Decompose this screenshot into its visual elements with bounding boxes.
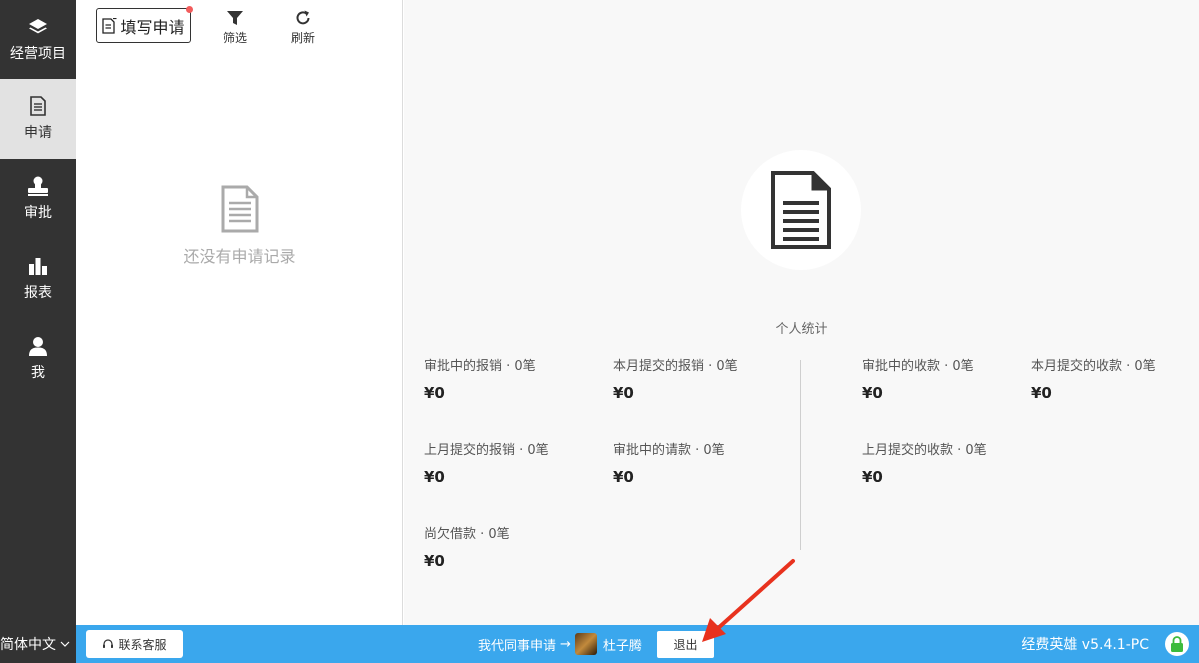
stat-last-month-reimbursement: 上月提交的报销 · 0笔 ¥0 <box>424 439 549 486</box>
stat-label: 上月提交的收款 · 0笔 <box>862 443 987 458</box>
empty-document-icon <box>221 185 258 233</box>
language-selector[interactable]: 简体中文 <box>0 625 76 663</box>
stat-label: 上月提交的报销 · 0笔 <box>424 443 549 458</box>
sidebar-item-label: 审批 <box>24 205 52 221</box>
lock-glyph <box>1171 636 1183 652</box>
sidebar-item-reports[interactable]: 报表 <box>0 239 76 319</box>
stat-last-month-receipt: 上月提交的收款 · 0笔 ¥0 <box>862 439 987 486</box>
refresh-label: 刷新 <box>290 31 315 45</box>
refresh-icon <box>296 10 310 25</box>
layers-icon <box>29 19 47 34</box>
empty-state-text: 还没有申请记录 <box>183 247 296 266</box>
stat-amount: ¥0 <box>613 468 634 486</box>
stats-title: 个人统计 <box>775 322 828 337</box>
customer-service-label: 联系客服 <box>118 637 167 652</box>
stat-pending-receipt: 审批中的收款 · 0笔 ¥0 <box>862 355 974 402</box>
stat-amount: ¥0 <box>424 468 445 486</box>
stamp-icon <box>28 176 48 196</box>
stat-month-receipt: 本月提交的收款 · 0笔 ¥0 <box>1031 355 1156 402</box>
stat-label: 审批中的收款 · 0笔 <box>862 359 974 374</box>
sidebar-item-projects[interactable]: 经营项目 <box>0 0 76 80</box>
sidebar-item-me[interactable]: 我 <box>0 319 76 399</box>
stat-label: 审批中的请款 · 0笔 <box>613 443 725 458</box>
stat-label: 审批中的报销 · 0笔 <box>424 359 536 374</box>
user-name: 杜子腾 <box>602 638 642 654</box>
edit-document-icon <box>102 17 117 34</box>
stat-month-reimbursement: 本月提交的报销 · 0笔 ¥0 <box>613 355 738 402</box>
stat-label: 本月提交的报销 · 0笔 <box>613 359 738 374</box>
new-application-label: 填写申请 <box>120 17 185 37</box>
filter-label: 筛选 <box>222 31 247 45</box>
application-list-panel: 填写申请 筛选 刷新 还没有申请记录 <box>76 0 403 625</box>
empty-state: 还没有申请记录 <box>76 185 403 267</box>
stat-amount: ¥0 <box>862 468 883 486</box>
refresh-button[interactable]: 刷新 <box>283 10 323 46</box>
stat-pending-reimbursement: 审批中的报销 · 0笔 ¥0 <box>424 355 536 402</box>
stats-divider <box>800 360 801 550</box>
sidebar-item-approve[interactable]: 审批 <box>0 159 76 239</box>
new-application-button[interactable]: 填写申请 <box>96 6 193 43</box>
document-illustration <box>741 150 861 270</box>
customer-service-button[interactable]: 联系客服 <box>86 630 183 658</box>
stat-outstanding-loan: 尚欠借款 · 0笔 ¥0 <box>424 523 510 570</box>
sidebar-item-label: 报表 <box>24 285 52 301</box>
logout-label: 退出 <box>673 638 698 652</box>
annotation-arrow-icon <box>702 559 795 642</box>
sidebar: 经营项目 申请 审批 报表 我 <box>0 0 76 625</box>
filter-button[interactable]: 筛选 <box>215 10 255 46</box>
stat-pending-request: 审批中的请款 · 0笔 ¥0 <box>613 439 725 486</box>
version-label: 经费英雄 v5.4.1-PC <box>1021 637 1149 653</box>
lock-icon[interactable] <box>1165 632 1189 656</box>
stat-amount: ¥0 <box>1031 384 1052 402</box>
sidebar-item-label: 我 <box>31 365 45 381</box>
stat-amount: ¥0 <box>424 552 445 570</box>
proxy-apply-link[interactable]: 我代同事申请 → 杜子腾 <box>478 625 642 663</box>
statistics-panel: 个人统计 审批中的报销 · 0笔 ¥0 本月提交的报销 · 0笔 ¥0 上月提交… <box>404 0 1199 625</box>
headset-icon <box>103 639 114 648</box>
document-icon <box>771 171 831 249</box>
bar-chart-icon <box>29 258 47 275</box>
document-icon <box>30 96 46 116</box>
sidebar-item-apply[interactable]: 申请 <box>0 79 76 159</box>
sidebar-item-label: 经营项目 <box>10 46 66 62</box>
stat-amount: ¥0 <box>862 384 883 402</box>
stat-amount: ¥0 <box>424 384 445 402</box>
sidebar-item-label: 申请 <box>24 125 52 141</box>
notification-dot <box>186 6 193 13</box>
language-label: 简体中文 <box>0 637 56 653</box>
stat-amount: ¥0 <box>613 384 634 402</box>
filter-icon <box>227 11 243 25</box>
avatar <box>574 633 597 655</box>
bottom-bar: 联系客服 我代同事申请 → 杜子腾 退出 经费英雄 v5.4.1-PC <box>76 625 1199 663</box>
user-icon <box>29 337 47 356</box>
proxy-apply-label: 我代同事申请 <box>478 638 557 654</box>
stat-label: 本月提交的收款 · 0笔 <box>1031 359 1156 374</box>
stat-label: 尚欠借款 · 0笔 <box>424 527 510 542</box>
chevron-down-icon <box>60 641 70 647</box>
arrow-right-icon: → <box>560 636 571 652</box>
